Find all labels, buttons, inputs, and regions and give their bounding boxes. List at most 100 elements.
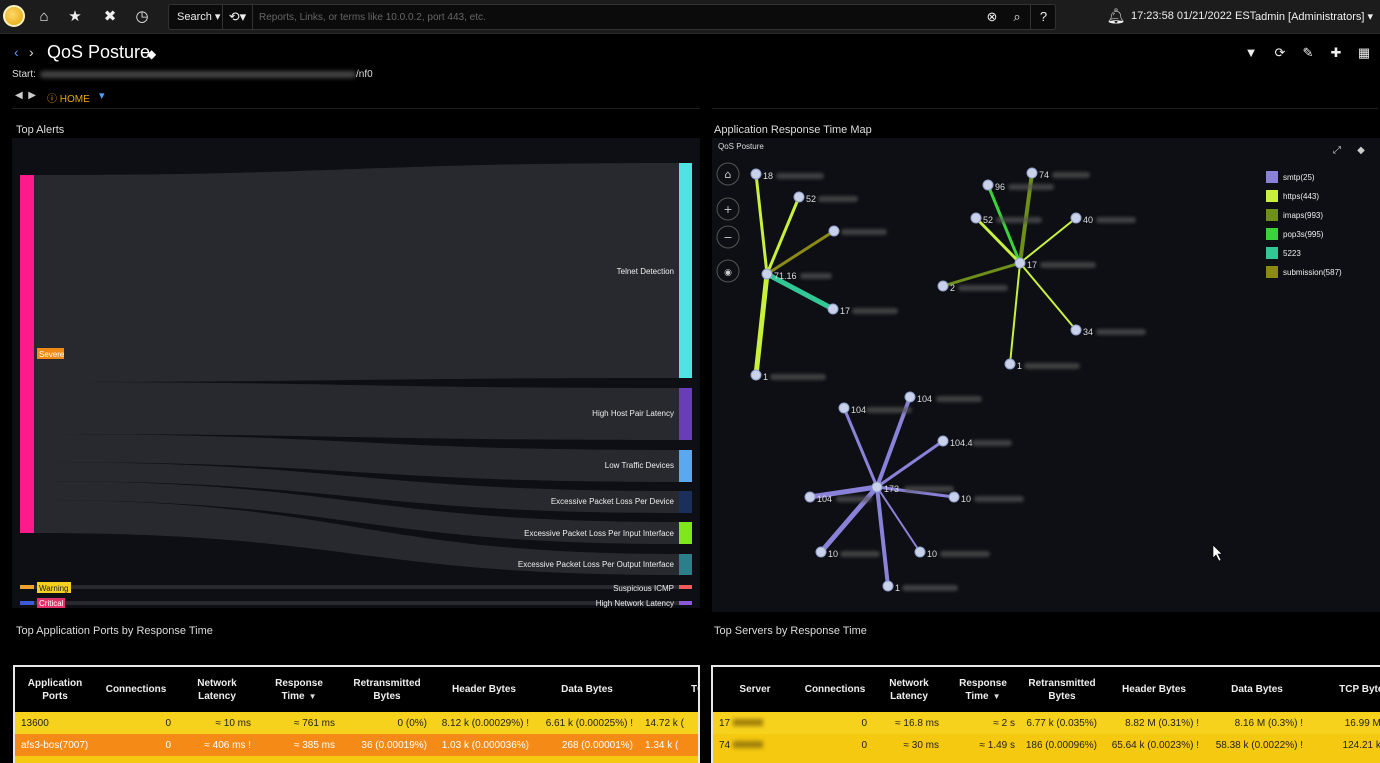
col-network-latency[interactable]: Network Latency	[177, 667, 257, 712]
col-response-time[interactable]: Response Time ▼	[945, 667, 1021, 712]
col-server[interactable]: Server	[713, 667, 797, 712]
col-network-latency[interactable]: Network Latency	[873, 667, 945, 712]
tag-icon[interactable]: ◆	[147, 47, 156, 61]
back-arrow-icon[interactable]: ‹	[14, 44, 19, 60]
col-retransmitted-bytes[interactable]: Retransmitted Bytes	[1021, 667, 1103, 712]
legend-swatch-5223	[1266, 247, 1278, 259]
legend-label-5223: 5223	[1283, 249, 1301, 258]
col-data-bytes[interactable]: Data Bytes	[535, 667, 639, 712]
cell-server-text: 74	[719, 739, 731, 751]
warning-label: Warning	[39, 584, 69, 593]
tools-icon[interactable]: ✖	[100, 7, 120, 27]
node-label-c2: 104	[917, 394, 932, 404]
node-label-c5: 104	[817, 494, 832, 504]
legend-swatch-submission	[1266, 266, 1278, 278]
col-header-bytes[interactable]: Header Bytes	[433, 667, 535, 712]
node-b2	[982, 179, 994, 191]
calendar-icon[interactable]: ▦	[1355, 45, 1373, 61]
cell-app-port[interactable]: afs3-bos(7007)	[15, 734, 95, 756]
help-icon[interactable]: ?	[1030, 5, 1056, 29]
search-history-button[interactable]: ⟲▾	[223, 5, 253, 29]
cell-tcp-bytes: 14.72 k (	[639, 712, 698, 734]
node-b1	[1026, 167, 1038, 179]
cell-header-bytes: 8.82 M (0.31%) !	[1103, 712, 1205, 734]
search-scope-dropdown[interactable]: Search ▾	[169, 5, 223, 29]
cell-retransmitted-bytes: 36 (0.00019%)	[341, 734, 433, 756]
redacted-text	[732, 741, 763, 749]
search-icon[interactable]: ⌕	[1004, 5, 1030, 29]
add-icon[interactable]: ✚	[1327, 45, 1345, 61]
home-icon[interactable]: ⌂	[34, 7, 54, 27]
node-b5	[1014, 257, 1026, 269]
cell-connections: 0	[797, 712, 873, 734]
tag-icon: ◆	[1357, 145, 1365, 156]
node-a6	[750, 369, 762, 381]
search-bar: Search ▾ ⟲▾ ⊗ ⌕ ?	[168, 4, 1056, 30]
node-a2	[793, 191, 805, 203]
node-c8	[914, 546, 926, 558]
cell-retransmitted-bytes: 6.77 k (0.035%)	[1021, 712, 1103, 734]
search-input[interactable]	[259, 8, 959, 26]
flow-severe-hostpair	[34, 382, 679, 440]
node-c3	[937, 435, 949, 447]
node-label-b4: 40	[1083, 215, 1093, 225]
redacted-text	[732, 719, 763, 727]
table-row[interactable]: 13600 0 ≈ 10 ms ≈ 761 ms 0 (0%) 8.12 k (…	[15, 712, 698, 734]
target-label-telnet: Telnet Detection	[617, 267, 674, 276]
col-data-bytes[interactable]: Data Bytes	[1205, 667, 1309, 712]
legend-swatch-smtp	[1266, 171, 1278, 183]
cell-tcp-bytes: 16.99 M (	[1309, 712, 1380, 734]
table-row[interactable]: 17 0 ≈ 16.8 ms ≈ 2 s 6.77 k (0.035%) 8.8…	[713, 712, 1380, 734]
node-c6	[948, 491, 960, 503]
col-retransmitted-bytes[interactable]: Retransmitted Bytes	[341, 667, 433, 712]
clear-search-icon[interactable]: ⊗	[979, 5, 1005, 29]
top-alerts-title: Top Alerts	[16, 124, 65, 136]
col-header-bytes[interactable]: Header Bytes	[1103, 667, 1205, 712]
response-map-subtitle: QoS Posture	[718, 142, 764, 151]
cell-server[interactable]: 17	[713, 712, 797, 734]
app-logo[interactable]	[3, 5, 25, 27]
node-label-c6: 10	[961, 494, 971, 504]
col-tcp-bytes[interactable]: TCP Bytes	[1309, 667, 1380, 712]
col-application-ports[interactable]: Application Ports	[15, 667, 95, 712]
target-label-pktloss-device: Excessive Packet Loss Per Device	[551, 497, 675, 506]
ports-table-title: Top Application Ports by Response Time	[16, 625, 213, 637]
cell-tcp-bytes: 1.34 k (	[639, 734, 698, 756]
table-row[interactable]: afs3-bos(7007) 0 ≈ 406 ms ! ≈ 385 ms 36 …	[15, 734, 698, 756]
mouse-cursor-icon	[1212, 544, 1223, 562]
cell-response-time: ≈ 2 s	[945, 712, 1021, 734]
node-label-c8: 10	[927, 549, 937, 559]
col-response-time[interactable]: Response Time ▼	[257, 667, 341, 712]
cell-tcp-bytes: 124.21 k (	[1309, 734, 1380, 756]
critical-label: Critical	[39, 599, 64, 608]
col-connections[interactable]: Connections	[797, 667, 873, 712]
node-c1	[838, 402, 850, 414]
col-connections[interactable]: Connections	[95, 667, 177, 712]
cell-server[interactable]: 74	[713, 734, 797, 756]
refresh-icon[interactable]: ⟳	[1271, 45, 1289, 61]
response-map-graph[interactable]: QoS Posture ⌂ + − ◉ ⤢ ◆ 18 52 71.16 17 1…	[712, 138, 1380, 612]
flow-severe-telnet	[34, 163, 679, 382]
breadcrumb-dropdown-icon[interactable]: ▾	[99, 89, 105, 102]
table-row[interactable]: 74 0 ≈ 30 ms ≈ 1.49 s 186 (0.00096%) 65.…	[713, 734, 1380, 756]
cell-server-text: 17	[719, 717, 731, 729]
cell-network-latency: ≈ 406 ms !	[177, 734, 257, 756]
forward-arrow-icon[interactable]: ›	[29, 44, 34, 60]
cell-header-bytes: 8.12 k (0.00029%) !	[433, 712, 535, 734]
filter-icon[interactable]: ▼	[1242, 45, 1260, 60]
clock-icon[interactable]: ◷	[132, 7, 152, 27]
user-menu[interactable]: admin [Administrators] ▾	[1255, 10, 1373, 23]
breadcrumb-home[interactable]: ⓘ HOME	[47, 90, 90, 105]
col-tcp-bytes[interactable]: TCP	[639, 667, 698, 712]
cell-app-port[interactable]: 13600	[15, 712, 95, 734]
node-pktloss-input	[679, 522, 692, 544]
flow-warning-icmp	[34, 585, 679, 589]
start-interface-suffix: /nf0	[356, 69, 373, 80]
node-c7	[815, 546, 827, 558]
star-icon[interactable]: ★	[65, 7, 85, 27]
legend-swatch-pop3s	[1266, 228, 1278, 240]
pin-icon[interactable]: ✎	[1299, 45, 1317, 61]
notification-bell-icon[interactable]: 🔔︎	[1106, 7, 1126, 27]
search-scope-label: Search	[177, 11, 212, 23]
breadcrumb-nav-arrows[interactable]: ◀ ▶	[15, 90, 36, 101]
